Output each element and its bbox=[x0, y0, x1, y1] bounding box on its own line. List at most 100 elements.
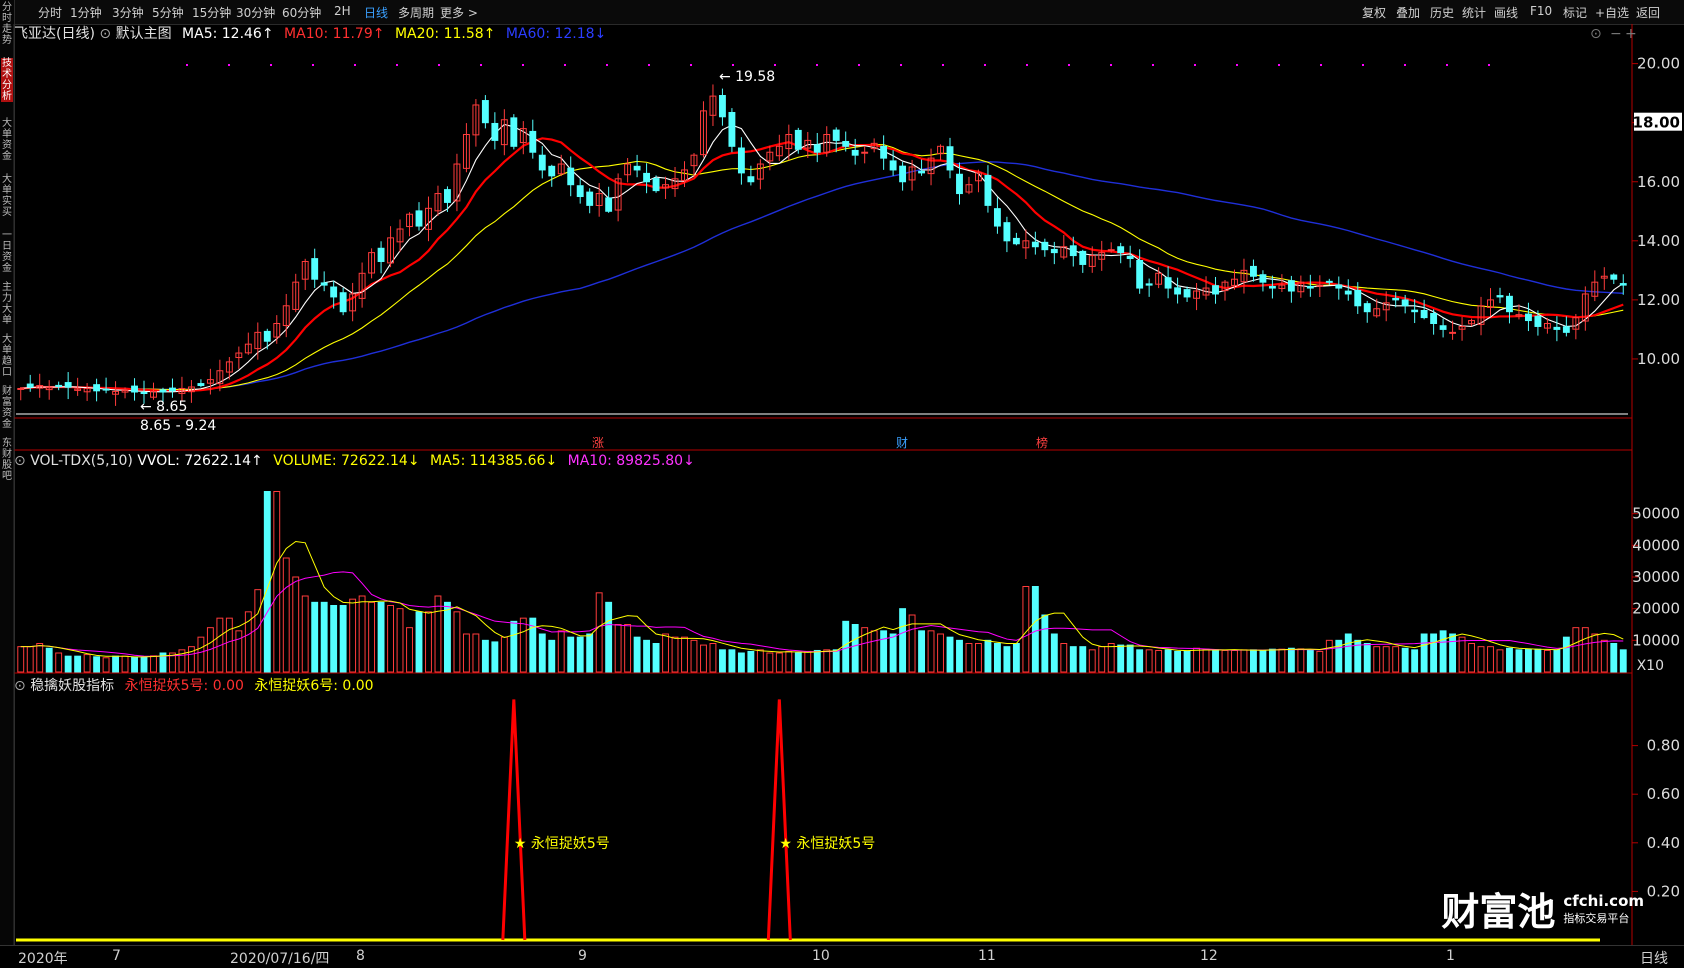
candle-body bbox=[1619, 283, 1627, 286]
dot-marker bbox=[1446, 64, 1448, 66]
candle-body bbox=[1553, 326, 1561, 330]
x-label-1: 7 bbox=[112, 948, 121, 964]
x-label-2: 2020/07/16/四 bbox=[230, 951, 330, 967]
candle-body bbox=[377, 247, 385, 262]
y-tick-label: 20.00 bbox=[1637, 55, 1680, 73]
candle-body bbox=[311, 258, 319, 280]
vol-bar bbox=[975, 643, 982, 673]
x-label-0: 2020年 bbox=[18, 951, 68, 967]
ind-title[interactable]: 稳擒妖股指标 bbox=[30, 678, 114, 694]
vol-bar bbox=[273, 491, 281, 673]
vol-bar bbox=[1600, 639, 1608, 673]
ind-tick-label: 0.80 bbox=[1647, 737, 1680, 755]
vol-bar bbox=[899, 608, 907, 673]
dot-marker bbox=[900, 64, 902, 66]
low-label: ← 8.65 bbox=[140, 399, 187, 415]
vol-circle-icon[interactable]: ⊙ bbox=[14, 453, 26, 469]
vol-bar bbox=[112, 655, 120, 673]
watermark: 财富池 cfchi.com 指标交易平台 bbox=[1441, 881, 1644, 936]
candle-body bbox=[1136, 260, 1144, 289]
dot-marker bbox=[984, 64, 986, 66]
vol-bar bbox=[595, 592, 603, 673]
candle-body bbox=[842, 140, 850, 147]
dot-marker bbox=[1194, 64, 1196, 66]
kline-chart[interactable]: 20.0018.0016.0014.0012.0010.0018.00← 19.… bbox=[0, 0, 1684, 966]
vol-bar bbox=[1212, 649, 1219, 673]
vol-bar bbox=[918, 630, 926, 673]
vol-bar bbox=[453, 611, 461, 673]
vol-bar bbox=[1610, 643, 1618, 673]
dot-marker bbox=[816, 64, 818, 66]
candle-body bbox=[1534, 315, 1542, 327]
vol-bar bbox=[737, 652, 745, 673]
candle-body bbox=[1183, 289, 1191, 298]
vol-bar bbox=[804, 650, 812, 673]
x-axis-bar: 2020年 7 2020/07/16/四 8 9 10 11 12 1 日线 bbox=[0, 945, 1684, 967]
ma5-label: MA5: 12.46↑ bbox=[182, 26, 274, 42]
vol-bar bbox=[93, 656, 101, 673]
candle-body bbox=[1287, 280, 1295, 292]
vol-bar bbox=[614, 624, 622, 673]
candle-body bbox=[1145, 283, 1153, 286]
candle-body bbox=[1610, 274, 1618, 280]
vol-bar bbox=[1591, 633, 1599, 673]
vol-bar bbox=[1316, 650, 1324, 673]
candle-body bbox=[652, 178, 660, 192]
dot-marker bbox=[1236, 64, 1238, 66]
vol-bar bbox=[690, 639, 698, 673]
vol-bar bbox=[1041, 614, 1049, 673]
vol-title[interactable]: VOL-TDX(5,10) bbox=[30, 453, 133, 469]
candle-body bbox=[1003, 222, 1011, 242]
x-label-3: 8 bbox=[356, 948, 365, 964]
vol-bar bbox=[851, 624, 859, 673]
event-marker: 涨 bbox=[592, 435, 604, 450]
dot-marker bbox=[1068, 64, 1070, 66]
vol-bar bbox=[1496, 649, 1504, 673]
candle-body bbox=[510, 117, 518, 147]
vol-bar bbox=[425, 611, 432, 673]
candle-body bbox=[1268, 285, 1276, 289]
signal-spike bbox=[766, 699, 792, 941]
plus-icon[interactable]: + bbox=[1625, 26, 1637, 42]
candle-body bbox=[1449, 331, 1457, 334]
s6-label: 永恒捉妖6号: 0.00 bbox=[254, 678, 374, 694]
vol-bar bbox=[1136, 649, 1144, 673]
vol-bar bbox=[1117, 644, 1125, 673]
vol-bar bbox=[1278, 648, 1286, 673]
settings-icon[interactable]: ⊙ bbox=[1590, 26, 1602, 42]
vol-bar bbox=[1572, 627, 1580, 673]
minus-icon[interactable]: − bbox=[1610, 26, 1622, 42]
vol-bar bbox=[349, 598, 357, 673]
candle-body bbox=[1126, 255, 1134, 260]
template-circle-icon[interactable]: ⊙ bbox=[99, 26, 111, 42]
vol-bar bbox=[1183, 650, 1191, 673]
dot-marker bbox=[564, 64, 566, 66]
x-period-label[interactable]: 日线 bbox=[1640, 948, 1668, 968]
dot-marker bbox=[858, 64, 860, 66]
vol-bar bbox=[1098, 646, 1106, 673]
vol-bar bbox=[1202, 648, 1210, 673]
dot-marker bbox=[438, 64, 440, 66]
candle-body bbox=[1306, 285, 1314, 289]
x-label-8: 1 bbox=[1446, 948, 1455, 964]
y-tick-label: 10.00 bbox=[1637, 350, 1680, 368]
vol-bar bbox=[747, 650, 755, 673]
vol-bar bbox=[1487, 646, 1494, 673]
vol-bar bbox=[728, 649, 736, 673]
candle-body bbox=[481, 100, 489, 124]
vol-bar bbox=[643, 639, 651, 673]
candle-body bbox=[1259, 274, 1267, 283]
vol-bar bbox=[472, 633, 480, 673]
template-name[interactable]: 默认主图 bbox=[116, 26, 172, 42]
candle-body bbox=[1012, 237, 1020, 245]
x-label-4: 9 bbox=[578, 948, 587, 964]
ind-circle-icon[interactable]: ⊙ bbox=[14, 678, 26, 694]
candle-body bbox=[320, 282, 328, 286]
vol-bar bbox=[1231, 649, 1238, 673]
candle-body bbox=[984, 174, 992, 206]
vol-bar bbox=[605, 601, 613, 673]
vol-bar bbox=[377, 601, 385, 673]
ma10-label: MA10: 11.79↑ bbox=[284, 26, 385, 42]
candle-body bbox=[1107, 249, 1115, 252]
vol-bar bbox=[45, 647, 53, 673]
